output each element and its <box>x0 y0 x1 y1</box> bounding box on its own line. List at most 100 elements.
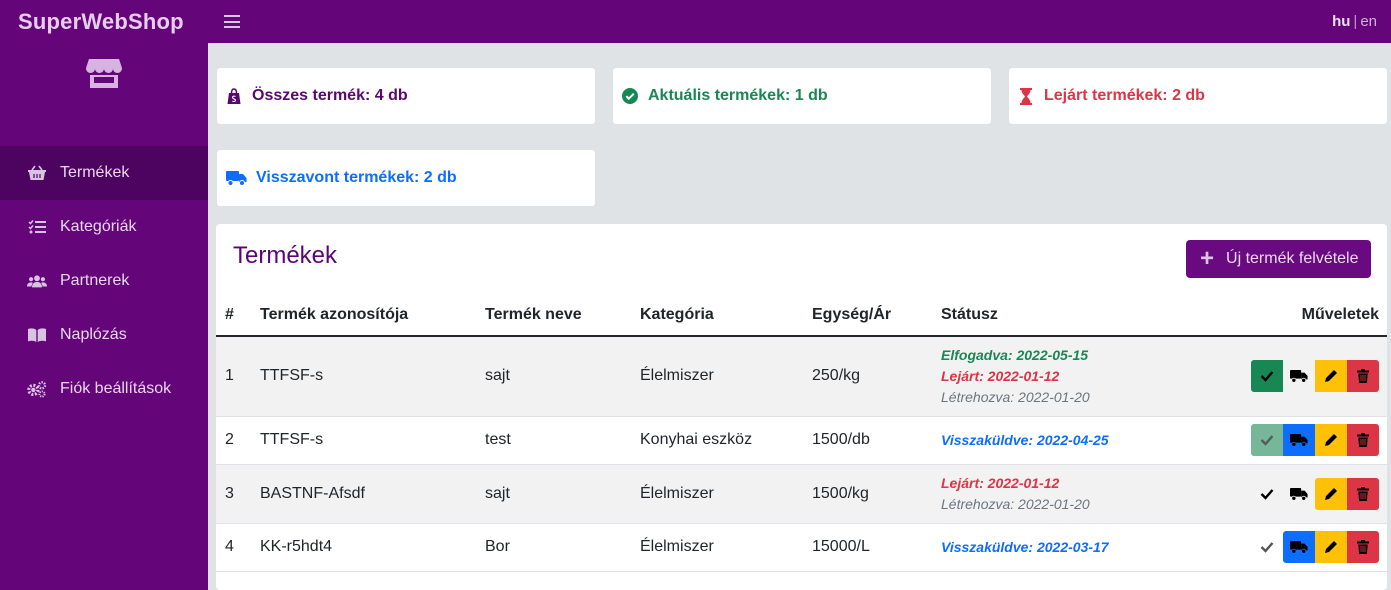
check-circle-icon <box>621 87 639 105</box>
sidebar-item-label: Partnerek <box>60 272 130 289</box>
stat-recalled-products: Visszavont termékek: 2 db <box>217 150 595 206</box>
row-price: 250/kg <box>812 336 941 417</box>
row-category: Élelmiszer <box>640 523 812 572</box>
row-category: Konyhai eszköz <box>640 416 812 465</box>
table-header-row: # Termék azonosítója Termék neve Kategór… <box>216 294 1387 337</box>
sidebar-item-products[interactable]: Termékek <box>0 146 208 200</box>
truck-icon <box>1290 434 1308 447</box>
trash-icon <box>1357 433 1369 447</box>
edit-button[interactable] <box>1315 424 1347 456</box>
status-created: Létrehozva: 2022-01-20 <box>941 388 1090 405</box>
edit-button[interactable] <box>1315 477 1347 510</box>
recall-button[interactable] <box>1283 531 1315 563</box>
truck-icon <box>1290 370 1308 384</box>
row-number: 3 <box>216 464 260 524</box>
row-product-id: BASTNF-Afsdf <box>260 464 485 524</box>
stat-total-label: Összes termék: 4 db <box>252 87 408 104</box>
table-row: 4 KK-r5hdt4 Bor Élelmiszer 15000/L Vissz… <box>216 523 1387 572</box>
recall-button[interactable] <box>1283 360 1315 392</box>
table-row: 2 TTFSF-s test Konyhai eszköz 1500/db Vi… <box>216 416 1387 465</box>
col-header-status[interactable]: Státusz <box>941 294 1181 337</box>
row-actions <box>1181 523 1387 572</box>
col-header-category[interactable]: Kategória <box>640 294 812 337</box>
status-created: Létrehozva: 2022-01-20 <box>941 495 1090 512</box>
sidebar-item-account-settings[interactable]: Fiók beállítások <box>0 362 208 416</box>
delete-button[interactable] <box>1347 531 1379 563</box>
hamburger-menu-icon[interactable] <box>224 15 240 28</box>
plus-icon: + <box>1200 245 1215 272</box>
row-product-name: Bor <box>485 523 640 572</box>
add-product-button[interactable]: + Új termék felvétele <box>1186 240 1371 278</box>
status-returned: Visszaküldve: 2022-04-25 <box>941 431 1109 448</box>
pencil-icon <box>1325 541 1337 553</box>
row-price: 1500/kg <box>812 464 941 524</box>
sidebar-item-categories[interactable]: Kategóriák <box>0 200 208 254</box>
sidebar-item-label: Fiók beállítások <box>60 380 172 397</box>
products-table: # Termék azonosítója Termék neve Kategór… <box>216 294 1387 572</box>
col-header-product-id[interactable]: Termék azonosítója <box>260 294 485 337</box>
edit-button[interactable] <box>1315 360 1347 393</box>
status-expired: Lejárt: 2022-01-12 <box>941 474 1060 491</box>
stat-current-products: Aktuális termékek: 1 db <box>613 68 991 124</box>
row-product-name: test <box>485 416 640 465</box>
recall-button[interactable] <box>1283 424 1315 456</box>
col-header-product-name[interactable]: Termék neve <box>485 294 640 337</box>
row-category: Élelmiszer <box>640 336 812 417</box>
book-icon <box>27 326 47 344</box>
accept-button[interactable] <box>1251 424 1283 456</box>
truck-icon <box>1290 541 1308 554</box>
sidebar-item-logging[interactable]: Naplózás <box>0 308 208 362</box>
stat-total-products: Összes termék: 4 db <box>217 68 595 124</box>
sidebar-item-label: Kategóriák <box>60 218 137 235</box>
pencil-icon <box>1325 370 1337 383</box>
page-title: Termékek <box>233 242 338 269</box>
store-icon <box>86 59 122 88</box>
hourglass-icon <box>1017 87 1035 105</box>
recall-button[interactable] <box>1283 478 1315 510</box>
lang-separator: | <box>1353 13 1358 30</box>
delete-button[interactable] <box>1347 360 1379 393</box>
shopify-bag-icon <box>225 87 243 105</box>
row-product-name: sajt <box>485 336 640 417</box>
row-number: 1 <box>216 336 260 417</box>
sidebar-item-partners[interactable]: Partnerek <box>0 254 208 308</box>
add-product-label: Új termék felvétele <box>1226 250 1359 267</box>
list-check-icon <box>27 218 47 236</box>
lang-en-link[interactable]: en <box>1360 13 1377 30</box>
trash-icon <box>1357 540 1369 554</box>
edit-button[interactable] <box>1315 531 1347 563</box>
row-status: Visszaküldve: 2022-04-25 <box>941 416 1181 465</box>
accept-button[interactable] <box>1251 478 1283 510</box>
products-panel: Termékek + Új termék felvétele # Termék … <box>216 224 1387 590</box>
top-navbar: SuperWebShop hu | en <box>0 0 1391 43</box>
check-icon <box>1260 371 1274 383</box>
accept-button[interactable] <box>1251 360 1283 393</box>
check-icon <box>1260 488 1274 500</box>
row-product-id: KK-r5hdt4 <box>260 523 485 572</box>
accept-button[interactable] <box>1251 531 1283 563</box>
col-header-unit-price[interactable]: Egység/Ár <box>812 294 941 337</box>
trash-icon <box>1357 369 1369 384</box>
stat-recalled-label: Visszavont termékek: 2 db <box>256 169 457 186</box>
basket-icon <box>27 164 47 182</box>
row-category: Élelmiszer <box>640 464 812 524</box>
col-header-number[interactable]: # <box>216 294 260 337</box>
delete-button[interactable] <box>1347 477 1379 510</box>
row-actions <box>1181 464 1387 524</box>
lang-hu-link[interactable]: hu <box>1332 13 1350 30</box>
brand-title[interactable]: SuperWebShop <box>0 9 208 35</box>
trash-icon <box>1357 486 1369 501</box>
row-price: 15000/L <box>812 523 941 572</box>
truck-icon <box>225 169 247 187</box>
delete-button[interactable] <box>1347 424 1379 456</box>
row-product-id: TTFSF-s <box>260 336 485 417</box>
truck-icon <box>1290 487 1308 501</box>
sidebar-item-label: Naplózás <box>60 326 127 343</box>
check-icon <box>1260 435 1274 446</box>
row-actions <box>1181 416 1387 465</box>
col-header-actions: Műveletek <box>1181 294 1387 337</box>
row-number: 2 <box>216 416 260 465</box>
stat-expired-products: Lejárt termékek: 2 db <box>1009 68 1387 124</box>
row-product-name: sajt <box>485 464 640 524</box>
check-icon <box>1260 542 1274 553</box>
